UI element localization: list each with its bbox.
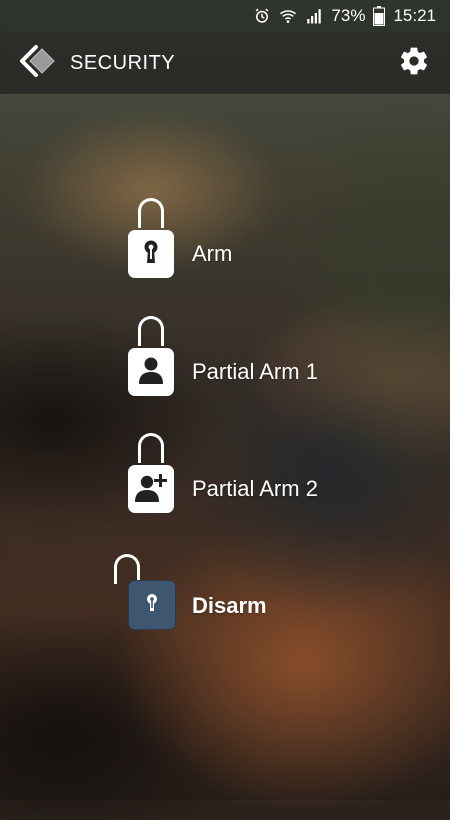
lock-body	[128, 465, 174, 513]
unlocked-lock-icon	[114, 550, 178, 630]
signal-icon	[305, 7, 323, 25]
lock-icon	[126, 198, 178, 278]
arm-label: Arm	[192, 241, 233, 266]
lock-shackle	[138, 198, 164, 228]
background-overlay	[0, 0, 450, 800]
lock-body	[128, 348, 174, 396]
page-title: SECURITY	[70, 51, 176, 74]
gear-icon	[398, 45, 430, 82]
app-bar: SECURITY	[0, 32, 450, 94]
person-add-icon	[134, 471, 168, 508]
keyhole-icon	[140, 239, 162, 270]
keyhole-icon	[141, 590, 163, 621]
partial-arm-2-button[interactable]: Partial Arm 2	[126, 433, 318, 513]
clock: 15:21	[393, 6, 436, 25]
battery-icon	[373, 6, 386, 26]
alarm-icon	[253, 7, 271, 25]
back-chevron-icon	[18, 44, 58, 83]
wifi-icon	[279, 7, 297, 25]
lock-icon	[126, 433, 178, 513]
status-bar: 73% 15:21	[0, 0, 450, 32]
lock-icon	[126, 316, 178, 396]
lock-body	[128, 230, 174, 278]
partial-arm-1-button[interactable]: Partial Arm 1	[126, 316, 318, 396]
person-icon	[136, 355, 166, 390]
arm-button[interactable]: Arm	[126, 198, 232, 278]
disarm-label: Disarm	[192, 593, 267, 618]
lock-body	[128, 580, 176, 630]
disarm-button[interactable]: Disarm	[114, 550, 267, 630]
lock-shackle	[138, 316, 164, 346]
back-button[interactable]	[14, 39, 62, 87]
partial-arm-2-label: Partial Arm 2	[192, 476, 318, 501]
partial-arm-1-label: Partial Arm 1	[192, 359, 318, 384]
battery-percent: 73%	[331, 6, 366, 25]
settings-button[interactable]	[394, 43, 434, 83]
lock-shackle	[138, 433, 164, 463]
